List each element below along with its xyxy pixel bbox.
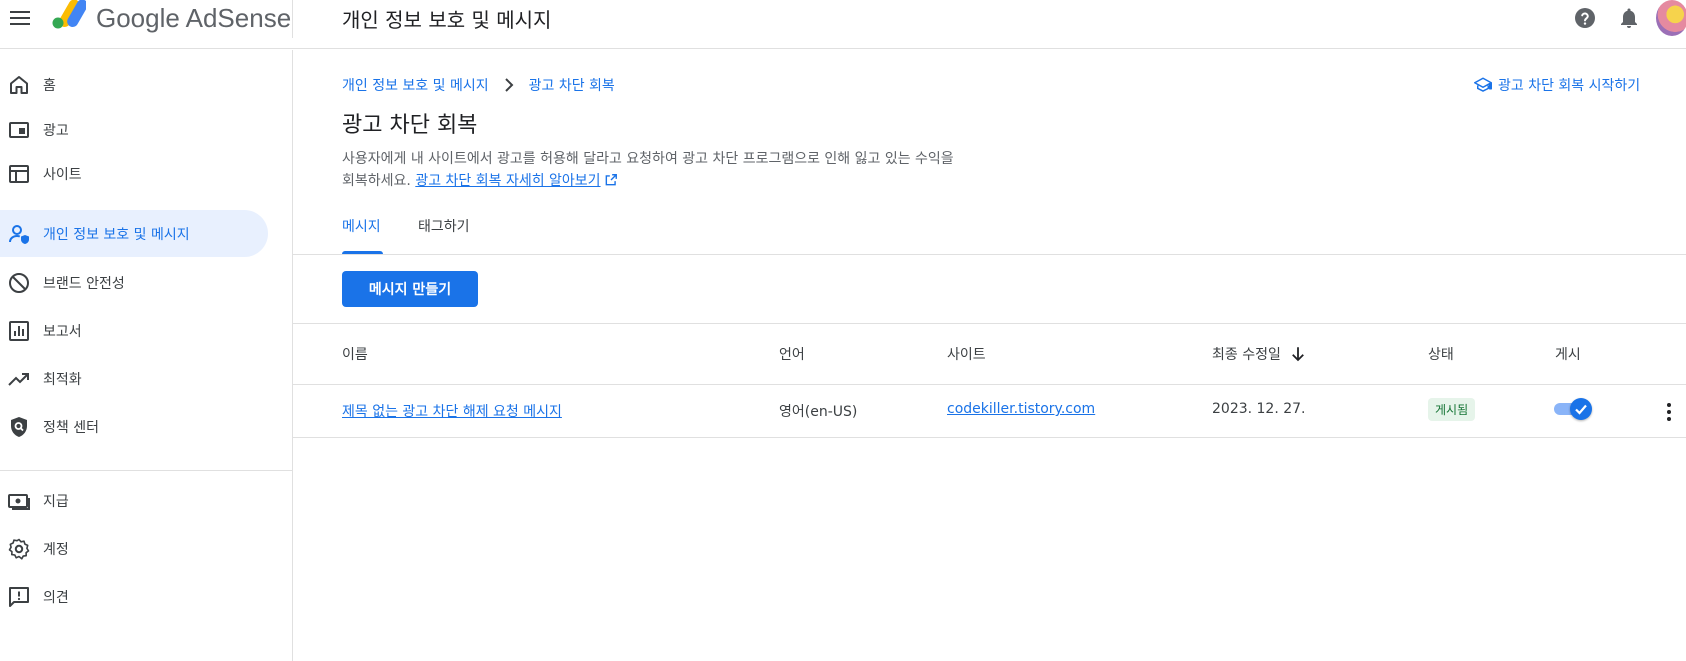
help-icon[interactable]	[1573, 6, 1597, 30]
get-started-link[interactable]: 광고 차단 회복 시작하기	[1474, 75, 1640, 95]
sidebar-item-payments[interactable]: 지급	[0, 477, 268, 524]
ads-icon	[9, 122, 29, 138]
privacy-icon	[9, 225, 29, 244]
avatar[interactable]	[1656, 0, 1686, 36]
breadcrumb-link-privacy-messaging[interactable]: 개인 정보 보호 및 메시지	[342, 75, 489, 95]
policy-shield-icon	[11, 417, 27, 437]
sidebar-item-label: 광고	[43, 122, 69, 139]
trending-icon	[8, 373, 29, 386]
top-app-bar: Google AdSense 개인 정보 보호 및 메시지	[0, 0, 1686, 49]
sidebar-item-home[interactable]: 홈	[0, 61, 268, 108]
learn-more-link[interactable]: 광고 차단 회복 자세히 알아보기	[415, 173, 600, 189]
school-icon	[1474, 77, 1492, 92]
get-started-label: 광고 차단 회복 시작하기	[1498, 78, 1641, 94]
block-icon	[9, 273, 29, 293]
message-name-link[interactable]: 제목 없는 광고 차단 해제 요청 메시지	[342, 401, 562, 421]
sidebar-item-label: 개인 정보 보호 및 메시지	[43, 226, 190, 243]
breadcrumb-link-ad-block-recovery[interactable]: 광고 차단 회복	[529, 75, 615, 95]
column-header-name[interactable]: 이름	[342, 344, 368, 364]
sidebar-item-label: 사이트	[43, 166, 82, 183]
header-divider	[292, 0, 293, 38]
menu-icon[interactable]	[8, 6, 32, 30]
publish-toggle[interactable]	[1554, 398, 1594, 420]
sidebar-item-optimization[interactable]: 최적화	[0, 355, 268, 402]
tab-messages[interactable]: 메시지	[342, 216, 381, 236]
more-vert-icon[interactable]	[1657, 400, 1681, 424]
sidebar-item-feedback[interactable]: 의견	[0, 573, 268, 620]
message-language: 영어(en-US)	[779, 404, 858, 420]
app-name: Google AdSense	[96, 3, 292, 33]
sites-icon	[9, 165, 29, 183]
sidebar-item-brand-safety[interactable]: 브랜드 안전성	[0, 259, 268, 306]
toggle-knob	[1570, 398, 1592, 420]
sidebar-item-account[interactable]: 계정	[0, 525, 268, 572]
column-header-language[interactable]: 언어	[779, 344, 805, 364]
sidebar-item-privacy-messaging[interactable]: 개인 정보 보호 및 메시지	[0, 210, 268, 257]
message-site-link[interactable]: codekiller.tistory.com	[947, 401, 1095, 417]
column-header-last-modified[interactable]: 최종 수정일	[1212, 344, 1307, 364]
create-message-button[interactable]: 메시지 만들기	[342, 271, 478, 307]
row-divider	[293, 384, 1686, 385]
sidebar-item-sites[interactable]: 사이트	[0, 150, 268, 197]
page-description: 사용자에게 내 사이트에서 광고를 허용해 달라고 요청하여 광고 차단 프로그…	[342, 148, 962, 192]
chevron-right-icon	[504, 78, 514, 92]
check-icon	[1575, 404, 1587, 415]
page-heading: 개인 정보 보호 및 메시지	[342, 8, 552, 32]
feedback-icon	[9, 587, 29, 607]
table-divider	[293, 323, 1686, 324]
status-badge: 게시됨	[1428, 398, 1476, 421]
row-divider	[293, 437, 1686, 438]
sidebar-item-label: 의견	[43, 589, 69, 606]
sidebar-item-ads[interactable]: 광고	[0, 106, 268, 153]
column-header-label: 최종 수정일	[1212, 347, 1281, 363]
sidebar-item-label: 최적화	[43, 371, 82, 388]
column-header-published[interactable]: 게시	[1555, 344, 1581, 364]
sidebar-item-label: 브랜드 안전성	[43, 275, 125, 292]
open-in-new-icon	[605, 174, 617, 186]
page-title: 광고 차단 회복	[342, 113, 478, 138]
sidebar-item-label: 계정	[43, 541, 69, 558]
reports-icon	[9, 321, 29, 341]
breadcrumb: 개인 정보 보호 및 메시지 광고 차단 회복	[342, 75, 615, 95]
sidebar-item-policy-center[interactable]: 정책 센터	[0, 403, 268, 450]
sidebar-item-label: 정책 센터	[43, 419, 99, 436]
payments-icon	[8, 494, 30, 510]
sidebar-item-label: 홈	[43, 77, 56, 94]
column-header-site[interactable]: 사이트	[947, 344, 986, 364]
notifications-icon[interactable]	[1617, 6, 1641, 30]
arrow-downward-icon	[1291, 347, 1304, 362]
sidebar-item-label: 보고서	[43, 323, 82, 340]
message-modified-date: 2023. 12. 27.	[1212, 401, 1306, 417]
tabs-divider	[293, 254, 1686, 255]
sidebar-item-label: 지급	[43, 493, 69, 510]
sidebar-item-reports[interactable]: 보고서	[0, 307, 268, 354]
column-header-status[interactable]: 상태	[1428, 344, 1454, 364]
sidebar-divider	[0, 470, 293, 471]
sidebar: 홈 광고 사이트 개인 정보 보호 및 메시지 브랜드 안전성 보고서 최적화 …	[0, 50, 293, 661]
tab-tagging[interactable]: 태그하기	[418, 216, 470, 236]
adsense-logo-icon	[52, 0, 86, 29]
home-icon	[10, 76, 28, 94]
settings-gear-icon	[8, 538, 30, 560]
